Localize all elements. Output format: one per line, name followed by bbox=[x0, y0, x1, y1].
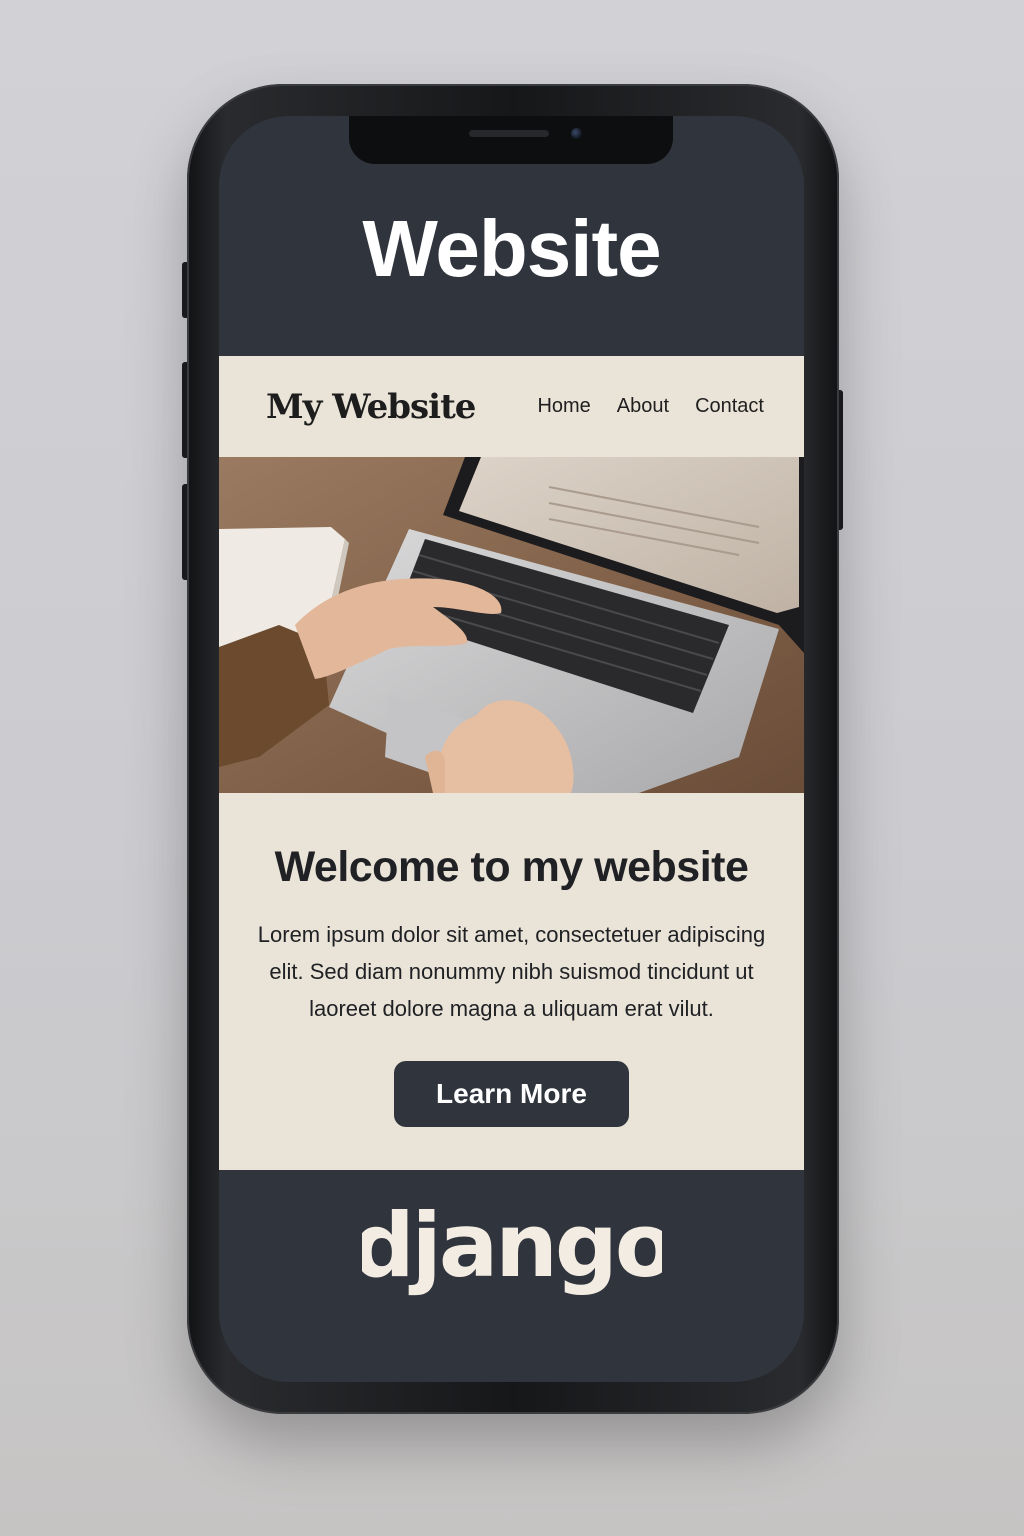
device-mockup: Website My Website Home About Contact We… bbox=[0, 0, 1024, 1536]
notch bbox=[349, 116, 673, 164]
learn-more-button[interactable]: Learn More bbox=[394, 1061, 629, 1127]
site-logo[interactable]: My Website bbox=[266, 387, 476, 427]
banner-title: Website bbox=[362, 204, 661, 293]
welcome-section: Welcome to my website Lorem ipsum dolor … bbox=[219, 793, 804, 1170]
welcome-headline: Welcome to my website bbox=[274, 843, 749, 891]
site-footer: django bbox=[219, 1170, 804, 1382]
nav-link-contact[interactable]: Contact bbox=[695, 395, 764, 418]
nav-link-home[interactable]: Home bbox=[537, 395, 590, 418]
django-logo: django bbox=[362, 1196, 662, 1297]
phone-screen: Website My Website Home About Contact We… bbox=[219, 116, 804, 1382]
hero-image bbox=[219, 457, 804, 793]
site-header: My Website Home About Contact bbox=[219, 356, 804, 457]
django-logo-text: django bbox=[362, 1196, 662, 1297]
welcome-body: Lorem ipsum dolor sit amet, consectetuer… bbox=[257, 922, 766, 1021]
site-nav: Home About Contact bbox=[537, 395, 764, 418]
nav-link-about[interactable]: About bbox=[617, 395, 669, 418]
laptop-typing-illustration bbox=[219, 457, 804, 793]
speaker-grille bbox=[469, 130, 549, 137]
camera-icon bbox=[571, 128, 582, 139]
